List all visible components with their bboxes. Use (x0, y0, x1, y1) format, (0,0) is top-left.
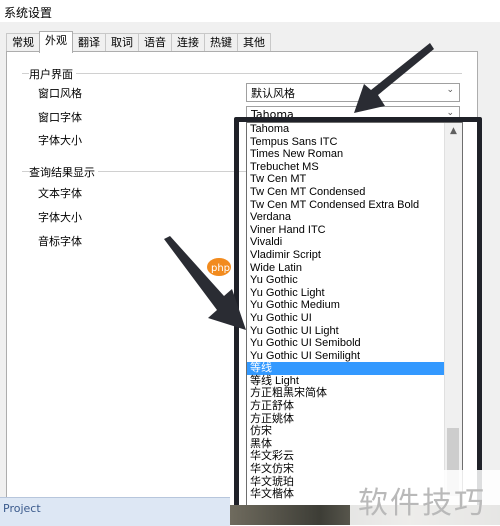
watermark-text: 软件技巧 (358, 486, 486, 521)
ui-group-title: 用户界面 (29, 66, 76, 82)
tab-7[interactable]: 其他 (237, 33, 271, 52)
highlight-frame (234, 117, 482, 516)
tab-3[interactable]: 取词 (105, 33, 139, 52)
window-style-value: 默认风格 (251, 87, 295, 100)
tab-strip: 常规 外观 翻译 取词 语音 连接 热键 其他 (6, 31, 271, 53)
project-panel-tab[interactable]: Project (0, 497, 230, 526)
svg-text:php: php (211, 263, 230, 274)
title-bar: 系统设置 (0, 0, 500, 22)
settings-window: 系统设置 常规 外观 翻译 取词 语音 连接 热键 其他 用户界面 窗口风格 默认风格 ⌄ 窗… (0, 0, 500, 526)
phonetic-font-label: 音标字体 (38, 235, 82, 248)
window-style-label: 窗口风格 (38, 87, 82, 100)
chevron-down-icon: ⌄ (446, 85, 454, 95)
text-font-label: 文本字体 (38, 187, 82, 200)
annotation-arrow-left (164, 236, 246, 330)
tab-4[interactable]: 语音 (138, 33, 172, 52)
window-title: 系统设置 (4, 6, 53, 20)
result-font-size-label: 字体大小 (38, 211, 82, 224)
php-logo: php (205, 252, 245, 282)
tab-1[interactable]: 外观 (39, 31, 73, 53)
tab-0[interactable]: 常规 (6, 33, 40, 52)
watermark: 软件技巧 (350, 470, 500, 525)
tab-5[interactable]: 连接 (171, 33, 205, 52)
project-label: Project (3, 502, 41, 515)
window-font-label: 窗口字体 (38, 111, 82, 124)
annotation-arrow-top (354, 43, 434, 113)
result-group-title: 查询结果显示 (29, 164, 98, 180)
tab-6[interactable]: 热键 (204, 33, 238, 52)
ui-font-size-label: 字体大小 (38, 134, 82, 147)
tab-2[interactable]: 翻译 (72, 33, 106, 52)
